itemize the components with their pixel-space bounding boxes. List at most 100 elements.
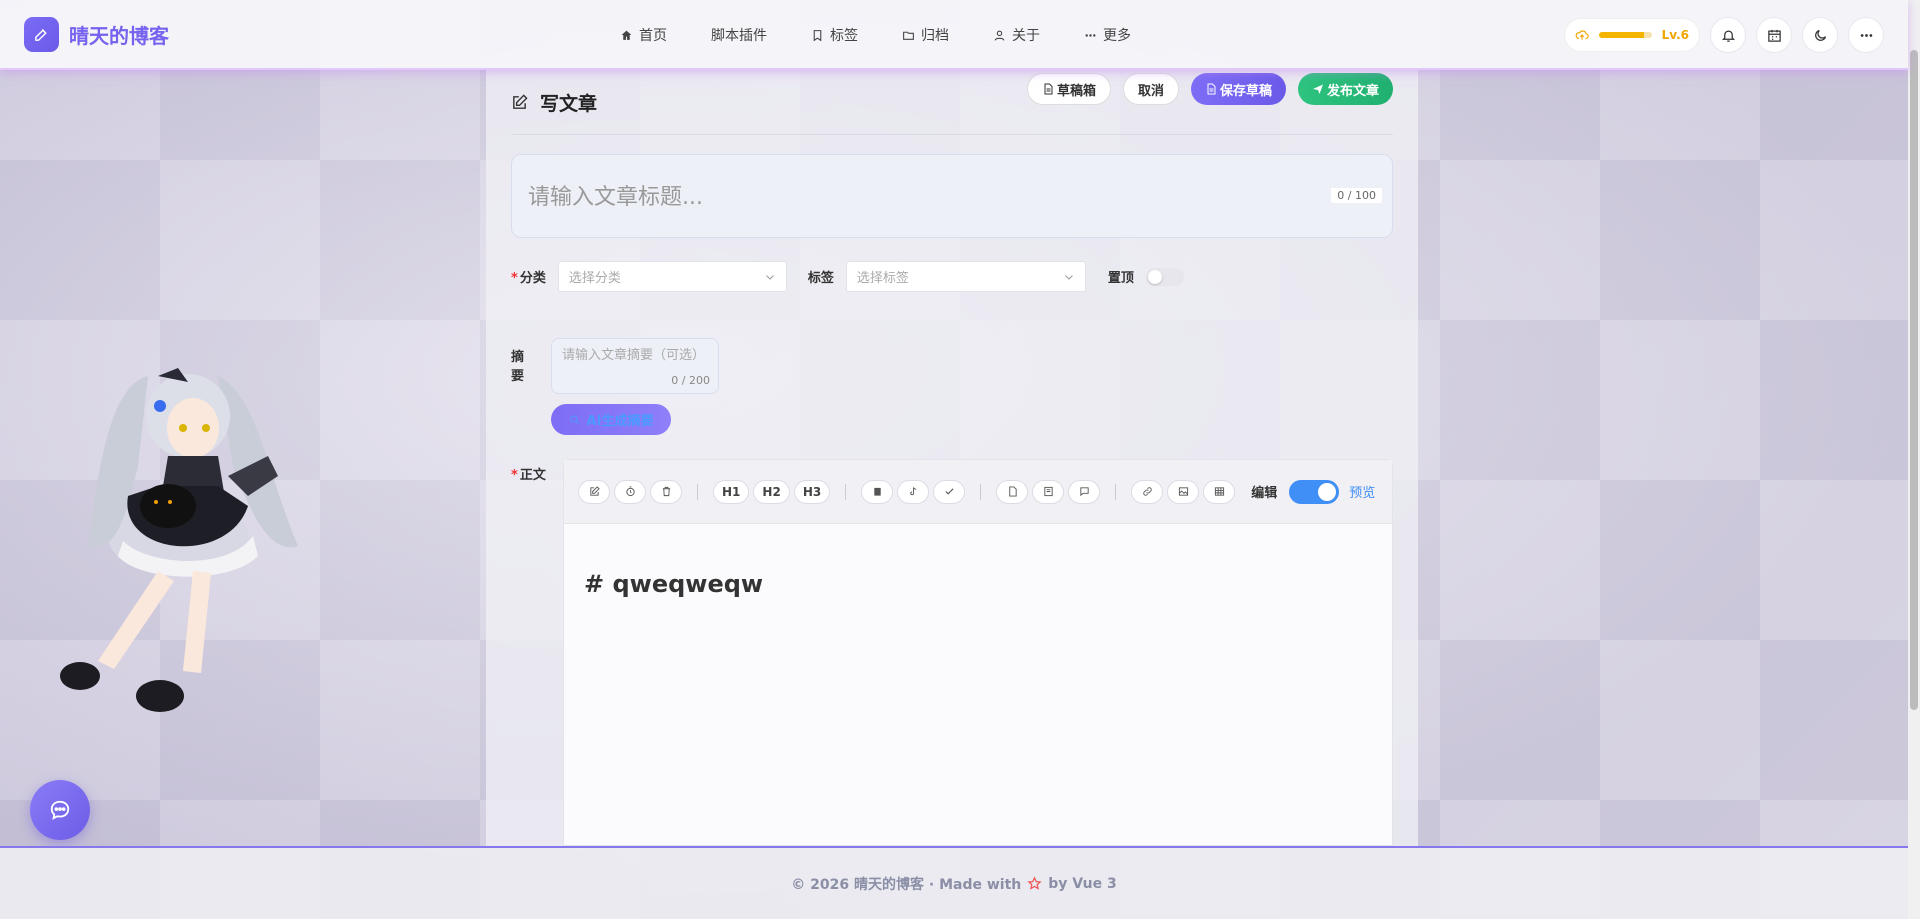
trash-icon (662, 486, 670, 497)
nav-archive[interactable]: 归档 (902, 25, 949, 45)
editor-content[interactable]: # qweqweqw (584, 570, 763, 598)
bell-icon (1721, 30, 1735, 42)
template-tool-button[interactable] (1032, 479, 1065, 504)
calendar-icon (1767, 29, 1781, 42)
doc-tool-button[interactable] (996, 479, 1029, 504)
pin-label: 置顶 (1107, 271, 1134, 286)
nav-tags[interactable]: 标签 (811, 25, 858, 45)
header-buttons: 草稿箱 取消 保存草稿 发布文章 (1026, 73, 1393, 105)
drafts-button[interactable]: 草稿箱 (1026, 73, 1111, 105)
timer-icon (625, 486, 635, 497)
star-icon (1027, 876, 1042, 890)
timer-tool-button[interactable] (614, 479, 646, 504)
header-actions: Lv.6 (1564, 17, 1884, 53)
table-icon (1214, 487, 1224, 496)
nav-about[interactable]: 关于 (993, 25, 1040, 45)
nav-home[interactable]: 首页 (620, 25, 667, 45)
preview-toggle[interactable] (1289, 479, 1340, 504)
chat-bubble-icon (50, 800, 70, 820)
nav-more[interactable]: 更多 (1084, 25, 1131, 45)
card-header: 写文章 草稿箱 取消 保存草稿 发布文章 (511, 70, 1393, 135)
h3-button[interactable]: H3 (793, 479, 831, 504)
category-label: * 分类 (511, 271, 546, 286)
title-input[interactable] (528, 179, 1308, 215)
write-article-card: 写文章 草稿箱 取消 保存草稿 发布文章 0 / 100 *分类 (486, 70, 1418, 846)
page-title: 写文章 (511, 89, 597, 116)
sparkle-icon (570, 415, 579, 424)
user-icon (994, 30, 1005, 41)
logo[interactable]: 晴天的博客 (24, 17, 169, 52)
summary-label: 摘要 (511, 350, 525, 384)
title-field-wrapper: 0 / 100 (511, 154, 1393, 238)
cancel-button[interactable]: 取消 (1122, 73, 1179, 105)
ai-summary-button[interactable]: AI生成摘要 (551, 404, 671, 435)
document-icon (1207, 83, 1216, 95)
image-icon (1178, 487, 1188, 496)
link-icon (1143, 487, 1152, 496)
level-badge[interactable]: Lv.6 (1564, 18, 1700, 52)
moon-icon (1814, 29, 1826, 41)
chevron-down-icon (1064, 274, 1073, 280)
content-label: * 正文 (511, 468, 546, 483)
comment-tool-button[interactable] (1068, 479, 1101, 504)
level-text: Lv.6 (1661, 28, 1689, 42)
delete-tool-button[interactable] (650, 479, 682, 504)
cloud-upload-icon (1575, 30, 1589, 40)
document-icon (1009, 486, 1017, 497)
comment-icon (1080, 487, 1089, 497)
tiktok-tool-button[interactable] (897, 479, 930, 504)
edit-icon (513, 93, 528, 109)
template-icon (1044, 486, 1053, 497)
h1-button[interactable]: H1 (713, 479, 750, 504)
chevron-down-icon (765, 274, 774, 280)
preview-mode-label[interactable]: 预览 (1349, 482, 1375, 501)
dots-icon (1085, 33, 1096, 37)
clipboard-tool-button[interactable] (861, 479, 894, 504)
mascot-figure[interactable] (28, 356, 308, 728)
pin-toggle[interactable] (1145, 267, 1184, 286)
tags-select[interactable]: 选择标签 (845, 261, 1086, 292)
calendar-button[interactable] (1756, 17, 1792, 53)
page-footer: © 2026 晴天的博客 · Made with by Vue 3 (0, 846, 1908, 919)
publish-button[interactable]: 发布文章 (1297, 73, 1393, 105)
music-note-icon (910, 487, 916, 496)
edit-icon (589, 486, 600, 496)
category-select[interactable]: 选择分类 (557, 261, 787, 292)
folder-icon (903, 31, 914, 40)
check-tool-button[interactable] (933, 479, 966, 504)
top-header: 晴天的博客 首页 脚本插件 标签 归档 关于 更多 Lv.6 (0, 0, 1908, 70)
dark-mode-button[interactable] (1802, 17, 1838, 53)
link-tool-button[interactable] (1131, 479, 1164, 504)
scroll-thumb[interactable] (1910, 50, 1918, 710)
edit-tool-button[interactable] (578, 479, 610, 504)
home-icon (621, 30, 632, 40)
table-tool-button[interactable] (1203, 479, 1236, 504)
tags-label: 标签 (807, 271, 834, 286)
notification-button[interactable] (1710, 17, 1746, 53)
title-char-count: 0 / 100 (1331, 188, 1382, 203)
h2-button[interactable]: H2 (753, 479, 790, 504)
document-icon (1044, 83, 1053, 95)
footer-credit: by Vue 3 (1048, 875, 1117, 892)
send-icon (1312, 84, 1323, 94)
check-icon (945, 488, 954, 495)
nav-scripts[interactable]: 脚本插件 (711, 25, 767, 45)
summary-char-count: 0 / 200 (671, 374, 710, 387)
save-draft-button[interactable]: 保存草稿 (1190, 73, 1286, 105)
markdown-editor: H1 H2 H3 编辑 预览 # qweqweqw (563, 459, 1393, 846)
clipboard-icon (874, 487, 881, 496)
dots-icon (1860, 33, 1872, 37)
brand-name: 晴天的博客 (69, 24, 169, 48)
page-scrollbar[interactable] (1908, 0, 1920, 919)
level-progress (1599, 32, 1652, 38)
footer-copyright: © 2026 晴天的博客 · Made with (791, 876, 1022, 893)
edit-icon (24, 17, 59, 52)
image-tool-button[interactable] (1167, 479, 1200, 504)
meta-row: * 分类 选择分类 标签 选择标签 置顶 (511, 261, 1184, 292)
edit-mode-label: 编辑 (1251, 486, 1278, 501)
more-button[interactable] (1848, 17, 1884, 53)
editor-toolbar: H1 H2 H3 编辑 预览 (564, 460, 1392, 524)
summary-input[interactable]: 请输入文章摘要（可选） 0 / 200 (551, 338, 719, 394)
chat-button[interactable] (30, 780, 90, 840)
main-nav: 首页 脚本插件 标签 归档 关于 更多 (620, 0, 1175, 70)
